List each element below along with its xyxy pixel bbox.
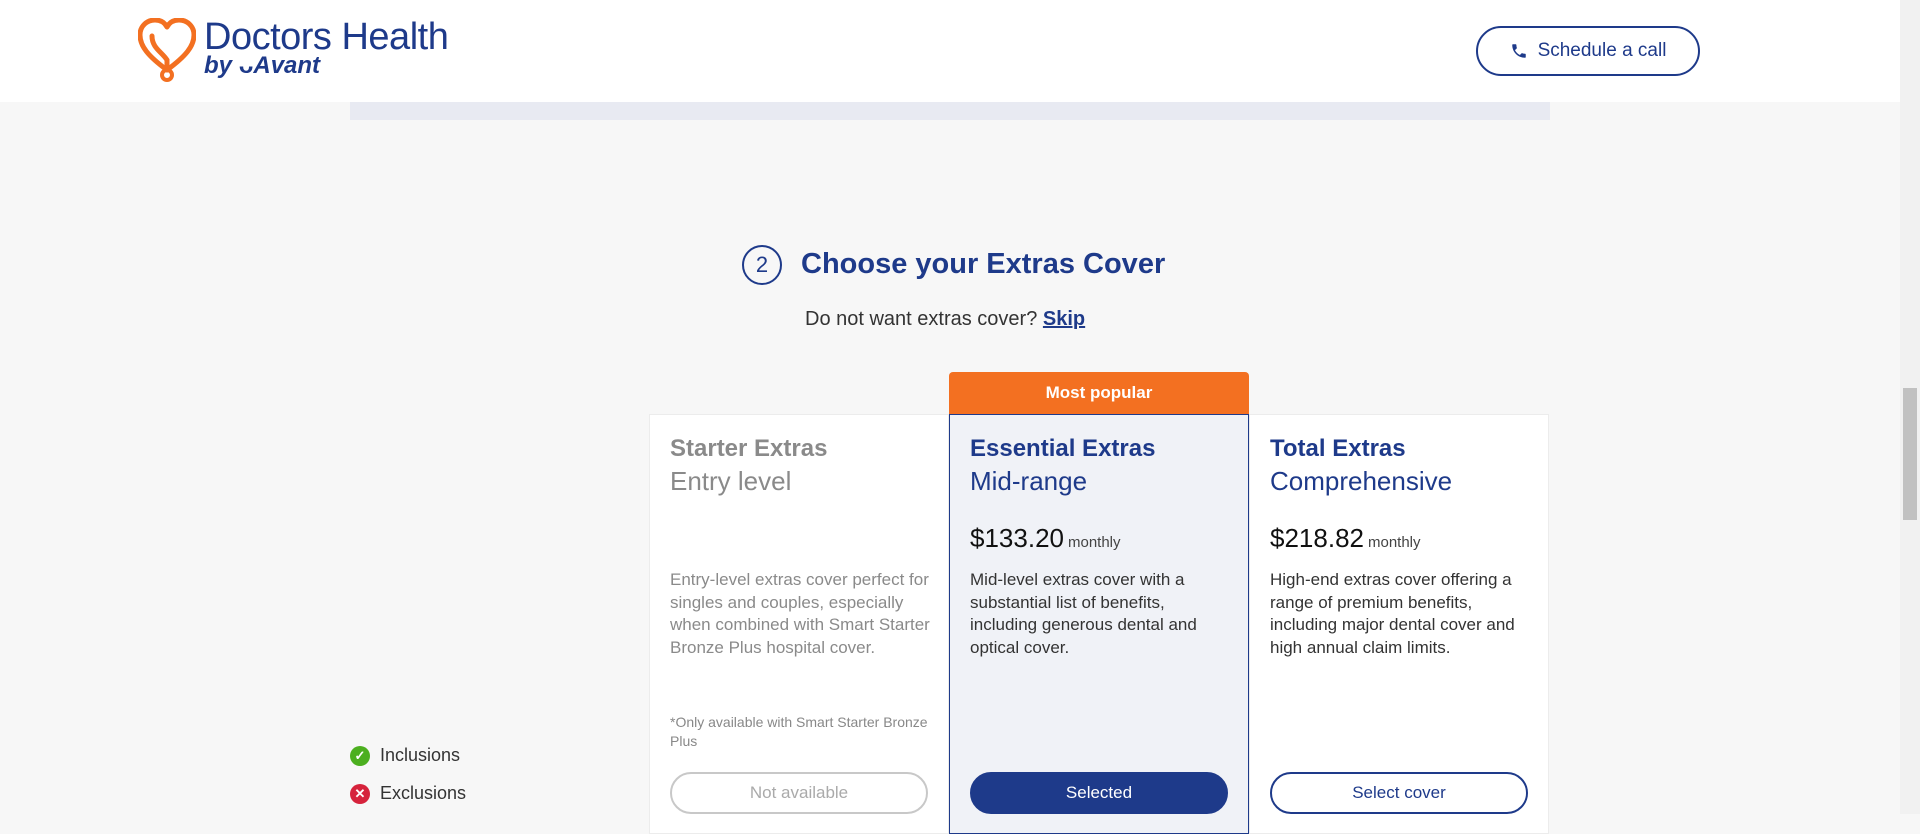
plan-card-starter-extras: Starter Extras Entry level Entry-level e… <box>649 414 949 834</box>
doctors-health-logo[interactable]: Doctors Health by ᴗAvant <box>138 16 478 82</box>
legend-exclusions-label: Exclusions <box>380 783 467 803</box>
plan-name: Starter Extras <box>670 435 828 462</box>
plan-description: Entry-level extras cover perfect for sin… <box>670 570 930 657</box>
section-divider-band <box>350 102 1550 120</box>
schedule-call-button[interactable]: Schedule a call <box>1476 26 1700 76</box>
legend-exclusions: ✕ Exclusions <box>350 783 466 804</box>
skip-prompt-text: Do not want extras cover? <box>805 308 1038 330</box>
plan-tier: Entry level <box>670 466 792 496</box>
selected-button[interactable]: Selected <box>970 772 1228 814</box>
plan-name: Essential Extras <box>970 435 1156 462</box>
x-circle-icon: ✕ <box>350 783 370 804</box>
phone-icon <box>1511 44 1526 58</box>
plan-card-total-extras[interactable]: Total Extras Comprehensive $218.82 monthl… <box>1249 414 1549 834</box>
plan-price-frequency: monthly <box>1067 534 1121 551</box>
plan-tier: Comprehensive <box>1270 466 1453 496</box>
logo-subtitle: by ᴗAvant <box>204 52 320 80</box>
skip-prompt: Do not want extras cover? Skip <box>805 308 1085 331</box>
plan-price-amount: $133.20 <box>970 523 1064 553</box>
avant-mark-icon: ᴗ <box>238 52 254 79</box>
heart-stethoscope-icon <box>138 18 196 82</box>
schedule-call-label: Schedule a call <box>1537 40 1667 61</box>
plan-name: Total Extras <box>1270 435 1406 462</box>
plan-price: $133.20 monthly <box>970 523 1121 554</box>
logo-sub-brand: Avant <box>253 52 321 79</box>
step-number-badge: 2 <box>742 245 782 285</box>
plan-card-essential-extras[interactable]: Essential Extras Mid-range $133.20 monthl… <box>949 414 1249 834</box>
plan-tier: Mid-range <box>970 466 1088 496</box>
legend-inclusions: ✓ Inclusions <box>350 745 460 766</box>
not-available-button: Not available <box>670 772 928 814</box>
plan-availability-note: *Only available with Smart Starter Bronz… <box>670 714 928 749</box>
plan-description: Mid-level extras cover with a substantia… <box>970 570 1197 657</box>
logo-sub-prefix: by <box>204 52 233 79</box>
section-title: Choose your Extras Cover <box>801 248 1166 280</box>
scrollbar-thumb[interactable] <box>1903 388 1917 520</box>
legend-inclusions-label: Inclusions <box>380 745 461 765</box>
plan-price: $218.82 monthly <box>1270 523 1421 554</box>
plan-description: High-end extras cover offering a range o… <box>1270 570 1515 657</box>
plan-price-frequency: monthly <box>1367 534 1421 551</box>
check-circle-icon: ✓ <box>350 745 370 766</box>
skip-link[interactable]: Skip <box>1043 308 1085 330</box>
select-cover-button[interactable]: Select cover <box>1270 772 1528 814</box>
most-popular-banner: Most popular <box>949 372 1249 414</box>
site-header: Doctors Health by ᴗAvant Schedule a call <box>0 0 1900 102</box>
plan-price-amount: $218.82 <box>1270 523 1364 553</box>
